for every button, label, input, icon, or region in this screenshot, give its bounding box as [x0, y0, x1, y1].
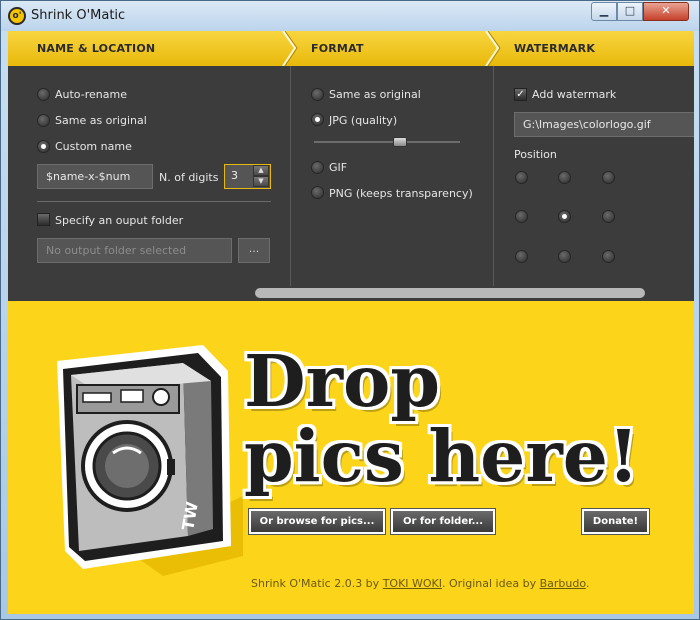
stepper-down-icon[interactable]: ▼ [253, 176, 269, 187]
position-middle-right-radio[interactable] [602, 210, 615, 223]
settings-header: NAME & LOCATION FORMAT WATERMARK [8, 31, 694, 66]
position-middle-left-radio[interactable] [515, 210, 528, 223]
position-top-left-radio[interactable] [515, 171, 528, 184]
digits-label: N. of digits [159, 171, 219, 184]
window-title: Shrink O'Matic [31, 8, 126, 23]
position-top-center-radio[interactable] [558, 171, 571, 184]
title-bar[interactable]: o' Shrink O'Matic ▁ □ ✕ [1, 1, 699, 31]
donate-button[interactable]: Donate! [581, 508, 650, 535]
custom-name-input[interactable]: $name-x-$num [37, 164, 153, 189]
add-watermark-checkbox[interactable]: ✓ [514, 88, 527, 101]
digits-stepper[interactable]: 3 ▲ ▼ [224, 164, 271, 189]
author-link[interactable]: TOKI WOKI [383, 577, 442, 590]
panel-divider [290, 66, 291, 286]
position-bottom-right-radio[interactable] [602, 250, 615, 263]
format-jpg-label: JPG (quality) [329, 114, 398, 127]
watermark-file-field[interactable]: G:\Images\colorlogo.gif [514, 112, 694, 137]
tab-name-location[interactable]: NAME & LOCATION [37, 42, 155, 55]
app-logo-icon: o' [8, 7, 26, 25]
idea-link[interactable]: Barbudo [540, 577, 586, 590]
format-gif-label: GIF [329, 161, 348, 174]
auto-rename-radio[interactable] [37, 88, 50, 101]
position-top-right-radio[interactable] [602, 171, 615, 184]
stepper-up-icon[interactable]: ▲ [253, 165, 269, 176]
client-area: NAME & LOCATION FORMAT WATERMARK Auto-re… [8, 31, 694, 614]
credits-line: Shrink O'Matic 2.0.3 by TOKI WOKI. Origi… [251, 577, 589, 590]
section-divider [37, 201, 271, 202]
washing-machine-icon: TW [57, 345, 243, 576]
auto-rename-label: Auto-rename [55, 88, 127, 101]
browse-folder-button-main[interactable]: Or for folder... [390, 508, 496, 535]
same-as-original-label: Same as original [55, 114, 147, 127]
drop-heading-line1: Drop [244, 339, 440, 423]
custom-name-label: Custom name [55, 140, 132, 153]
close-button[interactable]: ✕ [643, 2, 689, 21]
horizontal-scrollbar[interactable] [255, 288, 645, 298]
drop-heading-line2: pics here! [244, 414, 640, 498]
format-jpg-radio[interactable] [311, 113, 324, 126]
position-bottom-center-radio[interactable] [558, 250, 571, 263]
position-center-radio[interactable] [558, 210, 571, 223]
panel-divider [493, 66, 494, 286]
output-folder-label: Specify an ouput folder [55, 214, 184, 227]
format-same-label: Same as original [329, 88, 421, 101]
jpg-quality-slider-thumb[interactable] [393, 137, 407, 147]
maximize-button[interactable]: □ [617, 2, 643, 21]
browse-pics-button[interactable]: Or browse for pics... [248, 508, 386, 535]
position-label: Position [514, 148, 557, 161]
jpg-quality-slider-track[interactable] [314, 141, 460, 143]
app-window: o' Shrink O'Matic ▁ □ ✕ NAME & LOCATION … [0, 0, 700, 620]
credits-suffix: . [585, 577, 590, 590]
same-as-original-radio[interactable] [37, 114, 50, 127]
digits-value[interactable]: 3 [231, 169, 238, 182]
drop-zone[interactable]: TW Drop pics here! Or browse for pics...… [8, 301, 694, 614]
credits-middle: . Original idea by [442, 577, 540, 590]
tab-format[interactable]: FORMAT [311, 42, 364, 55]
tab-watermark[interactable]: WATERMARK [514, 42, 595, 55]
custom-name-radio[interactable] [37, 140, 50, 153]
minimize-button[interactable]: ▁ [591, 2, 617, 21]
format-same-radio[interactable] [311, 88, 324, 101]
position-bottom-left-radio[interactable] [515, 250, 528, 263]
output-folder-checkbox[interactable] [37, 213, 50, 226]
format-gif-radio[interactable] [311, 161, 324, 174]
format-png-label: PNG (keeps transparency) [329, 187, 473, 200]
add-watermark-label: Add watermark [532, 88, 617, 101]
output-folder-field[interactable]: No output folder selected [37, 238, 232, 263]
browse-folder-button[interactable]: ... [238, 238, 270, 263]
credits-prefix: Shrink O'Matic 2.0.3 by [251, 577, 383, 590]
format-png-radio[interactable] [311, 186, 324, 199]
